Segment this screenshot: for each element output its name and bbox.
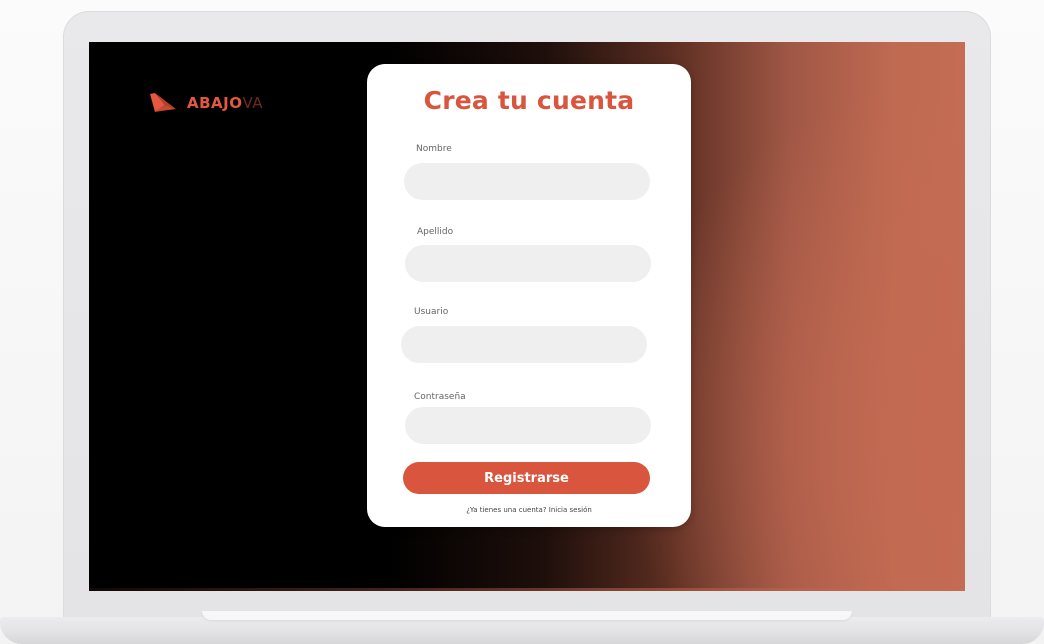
laptop-screen: ABAJOVA Crea tu cuenta Nombre Apellido U…	[89, 42, 965, 591]
login-prompt-text: ¿Ya tienes una cuenta?	[466, 506, 547, 514]
brand-name: ABAJOVA	[187, 93, 264, 112]
mockup-stage: ABAJOVA Crea tu cuenta Nombre Apellido U…	[0, 0, 1044, 644]
screen-bottom-edge	[89, 588, 965, 591]
laptop-notch	[202, 611, 852, 620]
laptop-base	[0, 617, 1044, 644]
password-input[interactable]	[405, 407, 651, 444]
brand-logo[interactable]: ABAJOVA	[149, 92, 263, 114]
field-label-nombre: Nombre	[416, 144, 452, 154]
usuario-input[interactable]	[401, 326, 647, 363]
page-title: Crea tu cuenta	[423, 86, 635, 115]
login-link[interactable]: Inicia sesión	[549, 506, 592, 514]
brand-name-bold: ABAJO	[187, 93, 243, 112]
brand-name-light: VA	[242, 93, 264, 112]
register-button[interactable]: Registrarse	[403, 462, 650, 494]
apellido-input[interactable]	[405, 245, 651, 282]
signup-card: Crea tu cuenta Nombre Apellido Usuario C…	[367, 64, 691, 527]
field-label-apellido: Apellido	[417, 227, 454, 237]
login-prompt: ¿Ya tienes una cuenta? Inicia sesión	[367, 506, 691, 514]
abajova-logo-icon	[150, 93, 176, 112]
field-label-usuario: Usuario	[414, 307, 449, 317]
nombre-input[interactable]	[404, 163, 650, 200]
field-label-contrasena: Contraseña	[414, 392, 466, 402]
